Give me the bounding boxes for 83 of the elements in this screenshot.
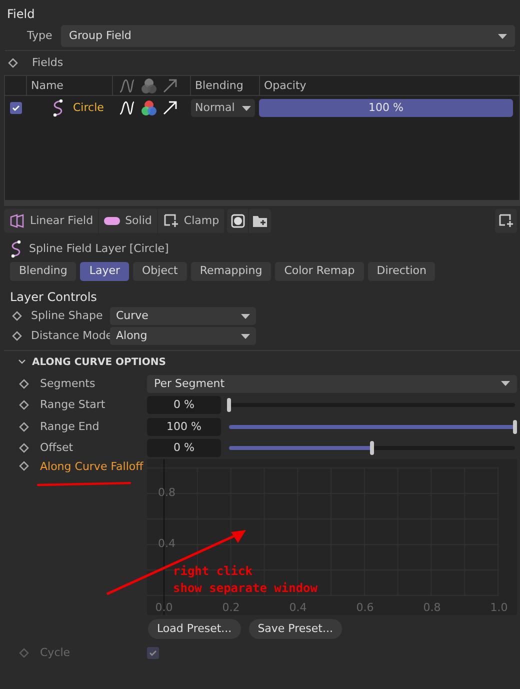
tab[interactable]: Color Remap — [275, 262, 364, 281]
axis-label: 0.4 — [288, 600, 308, 616]
clamp-button[interactable] — [495, 209, 517, 233]
axis-label: 0.8 — [422, 600, 442, 616]
keyframe-diamond-icon[interactable] — [19, 461, 29, 471]
color-channels-icon — [141, 100, 157, 116]
field-label: Spline Shape — [31, 308, 104, 324]
caret-icon — [498, 34, 507, 38]
slider[interactable] — [227, 397, 517, 414]
spline-icon — [9, 240, 23, 258]
field-label: Cycle — [40, 644, 72, 661]
wave-icon — [119, 78, 135, 94]
check-icon — [12, 105, 20, 111]
blending-dropdown[interactable]: Normal — [191, 99, 255, 117]
slider[interactable] — [227, 440, 517, 456]
spline-icon — [51, 99, 65, 117]
axis-label: 0.4 — [158, 536, 176, 552]
clamp-icon — [162, 213, 179, 229]
dropdown[interactable]: Along — [110, 327, 256, 345]
tab[interactable]: Remapping — [190, 262, 272, 281]
preset-button[interactable]: Load Preset... — [148, 619, 241, 639]
check-icon — [149, 650, 157, 656]
folder-plus-icon — [252, 214, 268, 228]
layer-title: Spline Field Layer [Circle] — [29, 240, 169, 257]
axis-label: 0.0 — [154, 600, 174, 616]
caret-icon — [241, 334, 250, 338]
axis-label: 0.6 — [355, 600, 375, 616]
clamp-icon — [498, 213, 514, 229]
section-title: Field — [6, 6, 36, 23]
slider-thumb[interactable] — [227, 398, 231, 412]
field-label: Range End — [40, 418, 100, 434]
column-header[interactable]: Opacity — [260, 76, 306, 96]
tab[interactable]: Layer — [80, 262, 130, 281]
wave-icon — [119, 100, 135, 116]
value-field[interactable]: 0 % — [147, 439, 221, 458]
axis-label: 1.0 — [489, 600, 509, 616]
section-header: ALONG CURVE OPTIONS — [32, 356, 166, 370]
axis-label: 0.2 — [221, 600, 241, 616]
field-label: Segments — [40, 376, 96, 392]
dropdown[interactable]: Curve — [110, 307, 256, 325]
tab[interactable]: Blending — [10, 262, 76, 281]
field-label: Offset — [40, 440, 74, 456]
column-header[interactable]: Blending — [191, 76, 260, 95]
slider-thumb[interactable] — [513, 420, 517, 434]
caret-icon — [241, 314, 250, 318]
record-icon — [230, 214, 245, 228]
toolbar-button[interactable]: Clamp — [158, 209, 226, 233]
group-title: Layer Controls — [9, 289, 98, 306]
slider[interactable] — [227, 418, 517, 435]
field-label: Range Start — [40, 397, 106, 413]
keyframe-diamond-icon[interactable] — [19, 378, 29, 389]
keyframe-diamond-icon[interactable] — [19, 400, 29, 410]
caret-icon — [242, 106, 251, 110]
capsule-icon — [104, 217, 120, 225]
field-label: Type — [27, 28, 54, 44]
direction-arrow-icon — [163, 101, 177, 115]
type-dropdown[interactable]: Group Field — [61, 25, 515, 47]
toolbar-button[interactable]: Linear Field — [4, 209, 100, 233]
dropdown[interactable]: Per Segment — [147, 374, 517, 393]
linear-field-icon — [9, 213, 25, 229]
fields-label: Fields — [32, 54, 64, 71]
value-field[interactable]: 100 % — [147, 418, 221, 436]
chevron-icon[interactable] — [18, 359, 26, 365]
annotation-text: show separate window — [173, 580, 318, 597]
keyframe-diamond-icon[interactable] — [19, 422, 29, 432]
direction-arrow-icon — [163, 78, 177, 92]
value-field[interactable]: 0 % — [147, 396, 221, 414]
annotation-text: right click — [173, 563, 254, 580]
falloff-label[interactable]: Along Curve Falloff — [40, 461, 144, 473]
axis-label: 0.8 — [158, 485, 176, 501]
keyframe-diamond-icon[interactable] — [8, 58, 18, 68]
keyframe-diamond-icon[interactable] — [19, 443, 29, 454]
toolbar-button[interactable]: Solid — [99, 209, 158, 233]
layer-name[interactable]: Circle — [73, 100, 104, 116]
slider-thumb[interactable] — [370, 441, 374, 456]
tab[interactable]: Object — [133, 262, 187, 281]
checkbox[interactable] — [10, 102, 22, 114]
color-channels-icon — [141, 78, 157, 94]
opacity-slider[interactable]: 100 % — [259, 99, 513, 117]
caret-icon — [501, 381, 510, 386]
preset-button[interactable]: Save Preset... — [248, 619, 342, 639]
tab[interactable]: Direction — [368, 262, 436, 281]
column-header[interactable]: Name — [27, 76, 113, 95]
